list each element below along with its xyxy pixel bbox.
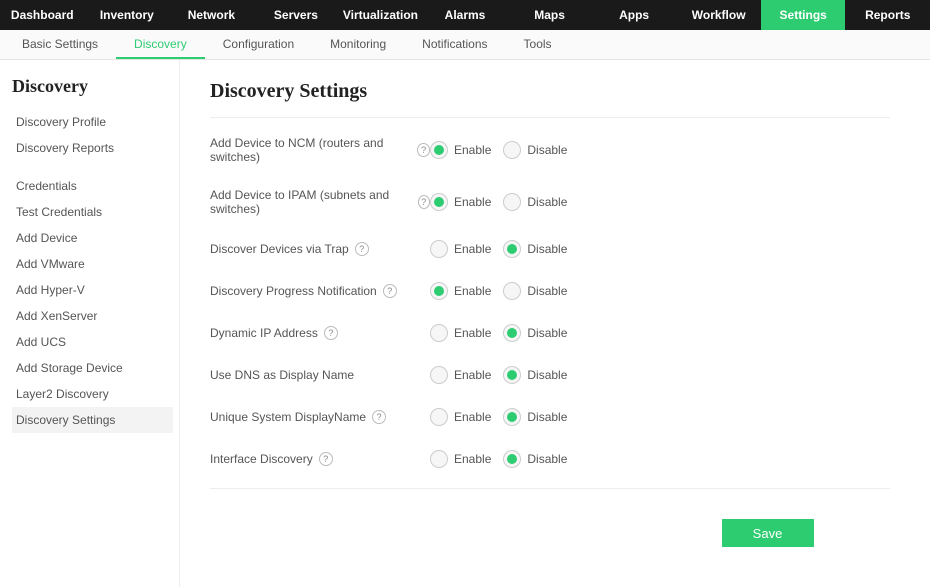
sidebar-item[interactable]: Discovery Profile — [12, 109, 173, 135]
page-title: Discovery Settings — [210, 80, 890, 103]
sidebar-item[interactable]: Layer2 Discovery — [12, 381, 173, 407]
subnav-item[interactable]: Monitoring — [312, 30, 404, 59]
radio-label: Disable — [527, 368, 567, 382]
setting-row: Add Device to NCM (routers and switches)… — [210, 124, 890, 176]
radio-label: Enable — [454, 452, 491, 466]
radio-disable[interactable] — [503, 408, 521, 426]
subnav-item[interactable]: Basic Settings — [4, 30, 116, 59]
setting-row: Dynamic IP Address? Enable Disable — [210, 312, 890, 354]
setting-row: Unique System DisplayName? Enable Disable — [210, 396, 890, 438]
setting-label: Interface Discovery? — [210, 452, 430, 466]
setting-label: Add Device to NCM (routers and switches)… — [210, 136, 430, 164]
main-panel: Discovery Settings Add Device to NCM (ro… — [180, 60, 930, 587]
subnav-item[interactable]: Discovery — [116, 30, 205, 59]
radio-label: Enable — [454, 284, 491, 298]
topnav-item[interactable]: Inventory — [85, 0, 170, 30]
setting-label: Unique System DisplayName? — [210, 410, 430, 424]
radio-disable[interactable] — [503, 282, 521, 300]
radio-enable[interactable] — [430, 324, 448, 342]
sidebar-item[interactable]: Discovery Reports — [12, 135, 173, 161]
radio-enable[interactable] — [430, 240, 448, 258]
help-icon[interactable]: ? — [372, 410, 386, 424]
sidebar-item[interactable]: Credentials — [12, 173, 173, 199]
help-icon[interactable]: ? — [418, 195, 430, 209]
help-icon[interactable]: ? — [319, 452, 333, 466]
sidebar-item[interactable]: Test Credentials — [12, 199, 173, 225]
radio-label: Disable — [527, 452, 567, 466]
radio-label: Disable — [527, 284, 567, 298]
radio-label: Disable — [527, 195, 567, 209]
divider — [210, 488, 890, 489]
radio-enable[interactable] — [430, 141, 448, 159]
radio-label: Disable — [527, 143, 567, 157]
radio-label: Enable — [454, 410, 491, 424]
help-icon[interactable]: ? — [417, 143, 430, 157]
subnav-item[interactable]: Configuration — [205, 30, 312, 59]
subnav-item[interactable]: Notifications — [404, 30, 505, 59]
radio-enable[interactable] — [430, 282, 448, 300]
sidebar-item[interactable]: Add VMware — [12, 251, 173, 277]
setting-row: Discover Devices via Trap? Enable Disable — [210, 228, 890, 270]
topnav-item[interactable]: Dashboard — [0, 0, 85, 30]
radio-label: Disable — [527, 242, 567, 256]
topnav-item[interactable]: Workflow — [676, 0, 761, 30]
help-icon[interactable]: ? — [383, 284, 397, 298]
radio-disable[interactable] — [503, 240, 521, 258]
radio-label: Enable — [454, 195, 491, 209]
help-icon[interactable]: ? — [324, 326, 338, 340]
setting-row: Use DNS as Display Name Enable Disable — [210, 354, 890, 396]
topnav-item[interactable]: Network — [169, 0, 254, 30]
radio-label: Disable — [527, 326, 567, 340]
sidebar-item[interactable]: Add UCS — [12, 329, 173, 355]
radio-enable[interactable] — [430, 193, 448, 211]
radio-label: Disable — [527, 410, 567, 424]
setting-row: Add Device to IPAM (subnets and switches… — [210, 176, 890, 228]
sidebar-item[interactable]: Add XenServer — [12, 303, 173, 329]
radio-disable[interactable] — [503, 450, 521, 468]
sidebar-item[interactable]: Discovery Settings — [12, 407, 173, 433]
setting-label: Discovery Progress Notification? — [210, 284, 430, 298]
radio-enable[interactable] — [430, 366, 448, 384]
sidebar-item[interactable]: Add Hyper-V — [12, 277, 173, 303]
radio-enable[interactable] — [430, 450, 448, 468]
setting-label: Discover Devices via Trap? — [210, 242, 430, 256]
radio-label: Enable — [454, 242, 491, 256]
setting-label: Use DNS as Display Name — [210, 368, 430, 382]
topnav-item[interactable]: Alarms — [423, 0, 508, 30]
setting-row: Interface Discovery? Enable Disable — [210, 438, 890, 480]
setting-row: Discovery Progress Notification? Enable Di… — [210, 270, 890, 312]
sidebar-item[interactable]: Add Device — [12, 225, 173, 251]
radio-label: Enable — [454, 326, 491, 340]
topnav-item[interactable]: Maps — [507, 0, 592, 30]
radio-label: Enable — [454, 143, 491, 157]
top-nav: DashboardInventoryNetworkServersVirtuali… — [0, 0, 930, 30]
save-button[interactable]: Save — [722, 519, 814, 547]
radio-disable[interactable] — [503, 324, 521, 342]
sidebar-title: Discovery — [12, 76, 179, 97]
sidebar: Discovery Discovery ProfileDiscovery Rep… — [0, 60, 180, 587]
setting-label: Add Device to IPAM (subnets and switches… — [210, 188, 430, 216]
radio-label: Enable — [454, 368, 491, 382]
setting-label: Dynamic IP Address? — [210, 326, 430, 340]
sub-nav: Basic SettingsDiscoveryConfigurationMoni… — [0, 30, 930, 60]
subnav-item[interactable]: Tools — [506, 30, 570, 59]
divider — [210, 117, 890, 118]
help-icon[interactable]: ? — [355, 242, 369, 256]
topnav-item[interactable]: Settings — [761, 0, 846, 30]
radio-disable[interactable] — [503, 193, 521, 211]
radio-disable[interactable] — [503, 366, 521, 384]
topnav-item[interactable]: Apps — [592, 0, 677, 30]
topnav-item[interactable]: Reports — [845, 0, 930, 30]
radio-enable[interactable] — [430, 408, 448, 426]
topnav-item[interactable]: Servers — [254, 0, 339, 30]
sidebar-item[interactable]: Add Storage Device — [12, 355, 173, 381]
topnav-item[interactable]: Virtualization — [338, 0, 423, 30]
radio-disable[interactable] — [503, 141, 521, 159]
